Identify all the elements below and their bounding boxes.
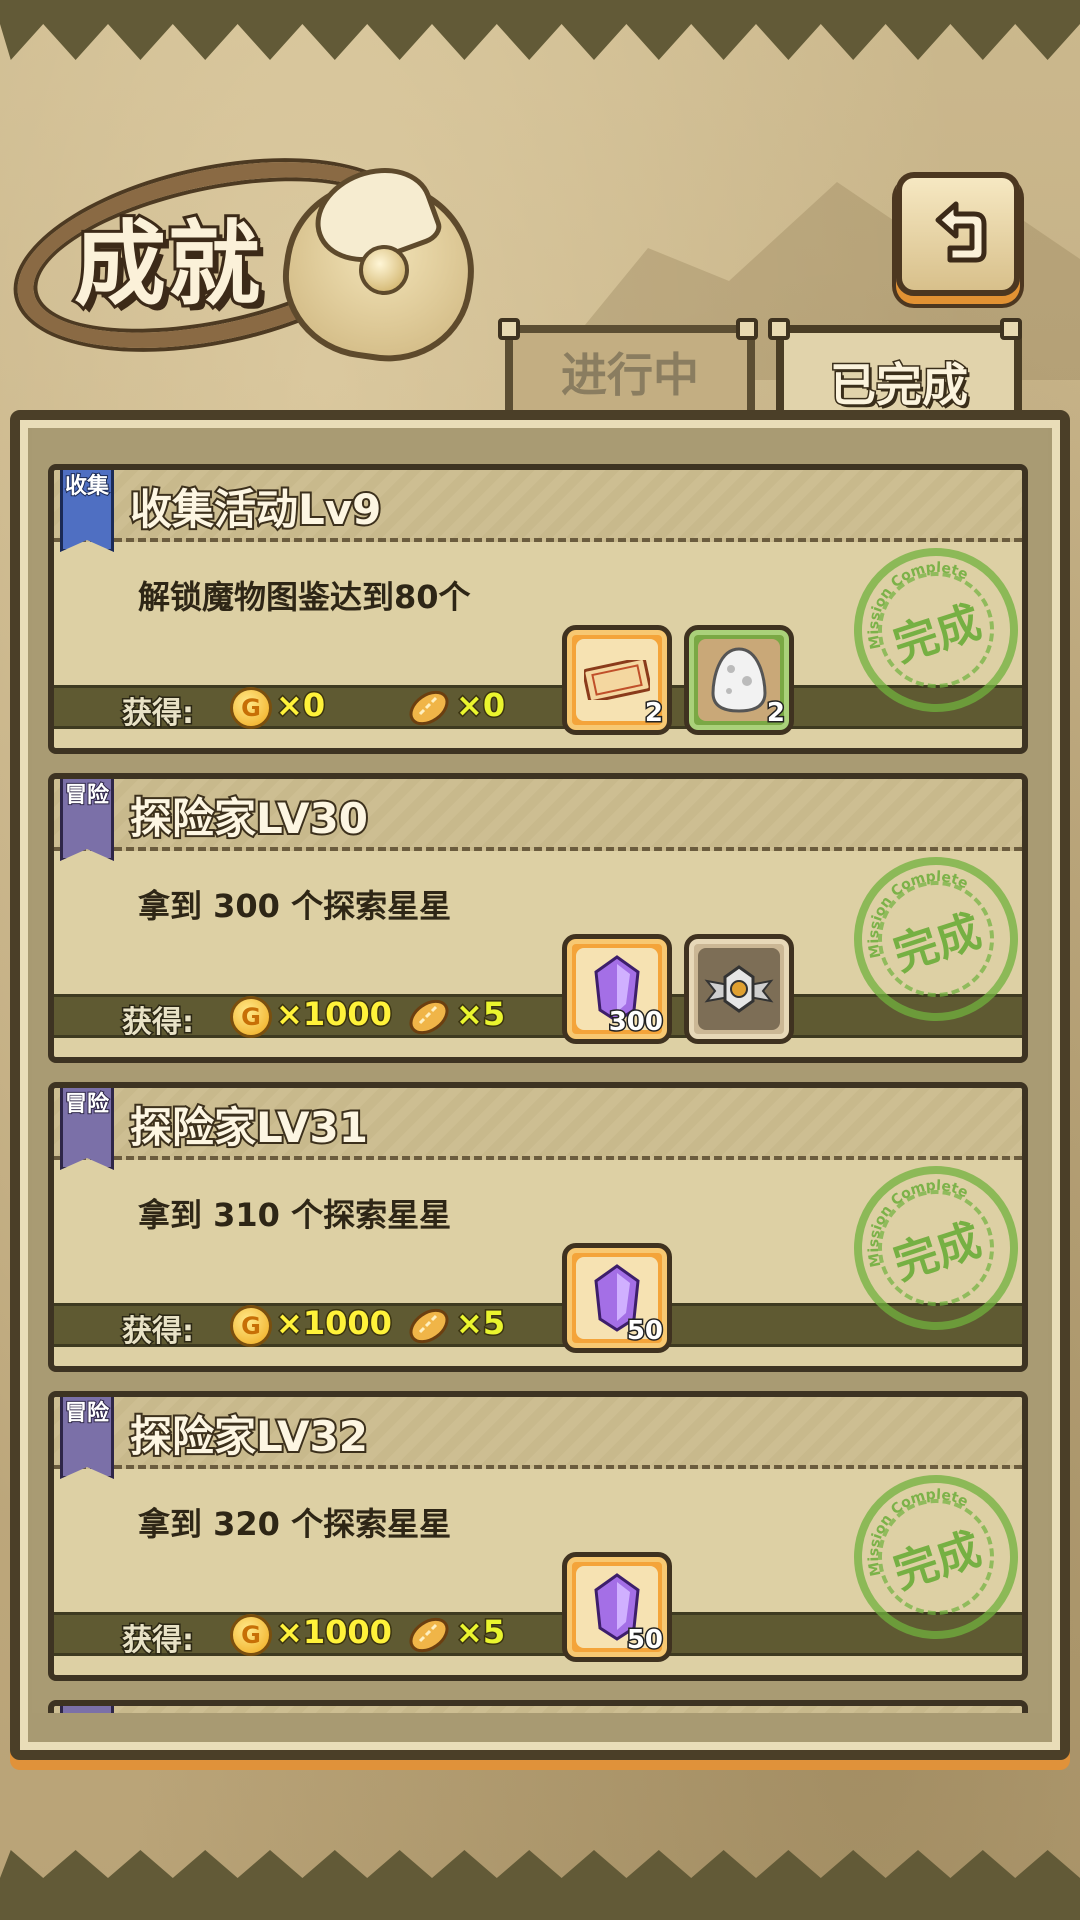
reward-bar: [54, 1303, 1022, 1347]
achievement-title: 探险家LV31: [128, 1101, 370, 1154]
back-button[interactable]: [896, 172, 1020, 296]
svg-text:Mission Complete: Mission Complete: [847, 547, 985, 652]
orb-icon: [359, 245, 409, 295]
achievement-description: 解锁魔物图鉴达到80个: [138, 578, 471, 616]
achievement-list[interactable]: 收集 收集活动Lv9 解锁魔物图鉴达到80个 获得: G ×0 ×0 2 2 M…: [32, 428, 1048, 1713]
bread-amount: ×0: [454, 685, 506, 726]
reward-label: 获得:: [121, 1622, 196, 1660]
bread-amount: ×5: [454, 1612, 506, 1653]
item-count: 2: [643, 697, 664, 730]
coin-icon: G: [230, 996, 272, 1038]
bread-icon: [409, 1308, 449, 1344]
category-ribbon: 收集: [60, 470, 114, 552]
reward-bar: [54, 1612, 1022, 1656]
category-ribbon: 冒险: [60, 1088, 114, 1170]
coin-amount: ×0: [274, 685, 326, 726]
page-title: 成就: [71, 207, 263, 321]
reward-item-slot[interactable]: 2: [684, 625, 794, 735]
achievement-title: 探险家LV30: [128, 792, 370, 845]
reward-bar: [54, 685, 1022, 729]
bread-icon: [409, 1617, 449, 1653]
category-ribbon: 冒险: [60, 779, 114, 861]
reward-item-slot[interactable]: 300: [562, 934, 672, 1044]
item-count: 2: [765, 697, 786, 730]
achievement-card: 冒险 探险家LV31 拿到 310 个探索星星 获得: G ×1000 ×5 5…: [48, 1082, 1028, 1372]
winged-medal-icon: [704, 965, 774, 1013]
ticket-icon: [584, 660, 650, 700]
egg-icon: [711, 647, 767, 713]
achievement-description: 拿到 310 个探索星星: [138, 1196, 452, 1234]
reward-item-slot[interactable]: 50: [562, 1243, 672, 1353]
achievement-title: 探险家LV32: [128, 1410, 370, 1463]
coin-amount: ×1000: [275, 1612, 394, 1653]
item-count: 300: [607, 1006, 664, 1039]
coin-amount: ×1000: [275, 1303, 394, 1344]
category-ribbon: [60, 1706, 114, 1713]
achievement-card: 收集 收集活动Lv9 解锁魔物图鉴达到80个 获得: G ×0 ×0 2 2 M…: [48, 464, 1028, 754]
tab-label: 已完成: [829, 356, 970, 413]
achievement-description: 拿到 300 个探索星星: [138, 887, 452, 925]
item-count: 50: [625, 1624, 664, 1657]
bread-amount: ×5: [454, 1303, 506, 1344]
tab-post: [498, 318, 520, 340]
tab-label: 进行中: [561, 347, 699, 402]
achievement-card-partial: [48, 1700, 1028, 1713]
reward-item-slot[interactable]: [684, 934, 794, 1044]
bread-icon: [409, 690, 449, 726]
tab-post: [1000, 318, 1022, 340]
reward-bar: [54, 994, 1022, 1038]
svg-text:Mission Complete: Mission Complete: [847, 1474, 985, 1579]
bread-icon: [409, 999, 449, 1035]
achievement-card: 冒险 探险家LV32 拿到 320 个探索星星 获得: G ×1000 ×5 5…: [48, 1391, 1028, 1681]
reward-item-slot[interactable]: 2: [562, 625, 672, 735]
title-emblem: 成就: [0, 130, 486, 380]
bread-amount: ×5: [454, 994, 506, 1035]
coin-icon: G: [230, 687, 272, 729]
achievement-card: 冒险 探险家LV30 拿到 300 个探索星星 获得: G ×1000 ×5 3…: [48, 773, 1028, 1063]
coin-icon: G: [230, 1305, 272, 1347]
card-header: [54, 1706, 1022, 1713]
coin-amount: ×1000: [275, 994, 394, 1035]
tab-post: [768, 318, 790, 340]
back-arrow-icon: [935, 201, 987, 263]
achievement-description: 拿到 320 个探索星星: [138, 1505, 452, 1543]
reward-item-slot[interactable]: 50: [562, 1552, 672, 1662]
reward-label: 获得:: [121, 695, 196, 733]
item-count: 50: [625, 1315, 664, 1348]
svg-text:Mission Complete: Mission Complete: [847, 1165, 985, 1270]
reward-label: 获得:: [121, 1313, 196, 1351]
tab-post: [736, 318, 758, 340]
svg-text:Mission Complete: Mission Complete: [847, 856, 985, 961]
tab-in-progress[interactable]: 进行中: [505, 325, 755, 410]
achievement-title: 收集活动Lv9: [128, 483, 383, 536]
category-ribbon: 冒险: [60, 1397, 114, 1479]
reward-label: 获得:: [121, 1004, 196, 1042]
coin-icon: G: [230, 1614, 272, 1656]
